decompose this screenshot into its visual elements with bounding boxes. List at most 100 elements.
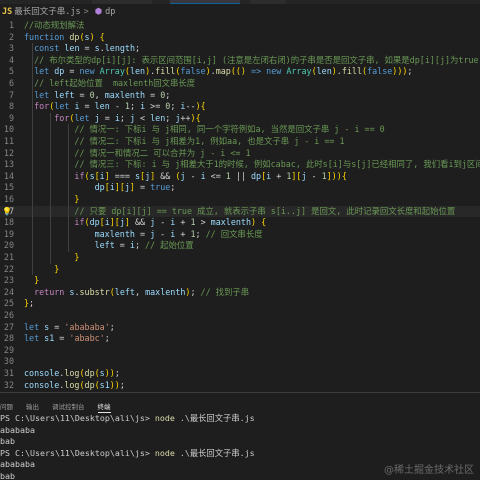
code-line[interactable]: 15 dp[i][j] = true; (0, 182, 480, 194)
line-number[interactable]: 14 (0, 171, 14, 183)
line-number[interactable]: 12 (0, 148, 14, 160)
panel-tab[interactable]: 输出 (26, 403, 39, 411)
code-line[interactable]: 12 // 情况一和情况二 可以合并为 j - i <= 1 (0, 148, 480, 160)
code-token: const (34, 43, 65, 54)
code-line[interactable]: 2 function dp(s) { (0, 32, 480, 44)
terminal-line: PS C:\Users\11\Desktop\ali\js> node .\最长… (0, 448, 480, 460)
code-token: let (34, 89, 55, 100)
line-number[interactable]: 8 (0, 101, 14, 113)
code-line[interactable]: 8 for(let i = len - 1; i >= 0; i--){ (0, 101, 480, 113)
code-token: = (114, 240, 130, 251)
code-token: left (114, 286, 135, 297)
line-number[interactable]: 22 (0, 264, 14, 276)
line-number[interactable]: 2 (0, 32, 14, 44)
breadcrumb-symbol[interactable]: dp (105, 7, 115, 17)
code-line[interactable]: 25}; (0, 298, 480, 310)
code-token: substr (79, 286, 110, 297)
line-number[interactable]: 10 (0, 124, 14, 136)
code-line[interactable]: 28 let s1 = 'ababc'; (0, 333, 480, 345)
code-line[interactable]: 5 let dp = new Array(len).fill(false).ma… (0, 66, 480, 78)
line-number[interactable]: 30 (0, 356, 14, 368)
code-token: new (266, 66, 287, 77)
line-number[interactable]: 25 (0, 298, 14, 310)
code-text: // 情况一: 下标i 与 j相同, 同一个字符例如a, 当然是回文子串 j -… (24, 124, 385, 136)
terminal-command: node (154, 447, 175, 458)
code-token: dp (54, 66, 65, 77)
line-number[interactable]: 15 (0, 182, 14, 194)
code-line[interactable]: 18 if(dp[i][j] && j - i + 1 > maxlenth) … (0, 217, 480, 229)
code-token: s1 (44, 333, 55, 344)
code-line[interactable]: 32 console.log(dp(s1)); (0, 380, 480, 392)
line-number[interactable]: 19 (0, 229, 14, 241)
code-line[interactable]: 21 } (0, 252, 480, 264)
line-number[interactable]: 3 (0, 43, 14, 55)
lightbulb-icon[interactable]: 💡 (2, 206, 12, 218)
line-number[interactable]: 27 (0, 322, 14, 334)
code-text: // 情况二: 下标i 与 j相差为1, 例如aa, 也是文子串 j - i =… (24, 136, 344, 148)
code-line[interactable]: 20 left = i; // 起始位置 (0, 240, 480, 252)
line-number[interactable]: 13 (0, 159, 14, 171)
code-line[interactable]: 13 // 情况三: 下标: i 与 j相差大于1的时候, 例如cabac, 此… (0, 159, 480, 171)
code-token: maxlenth (94, 228, 135, 239)
code-line[interactable]: 16 } (0, 194, 480, 206)
code-line[interactable]: 30 (0, 356, 480, 368)
code-line[interactable]: 11 // 情况二: 下标i 与 j相差为1, 例如aa, 也是文子串 j - … (0, 136, 480, 148)
code-token: = (64, 66, 80, 77)
code-token: maxlenth (145, 286, 186, 297)
code-line[interactable]: 23 } (0, 275, 480, 287)
line-number[interactable]: 9 (0, 113, 14, 125)
code-line[interactable]: 4 // 布尔类型的dp[i][j]: 表示区间范围[i,j] (注意是左闭右闭… (0, 55, 480, 67)
code-token: < (135, 112, 151, 123)
line-number[interactable]: 24 (0, 287, 14, 299)
code-line[interactable]: 24 return s.substr(left, maxlenth); // 找… (0, 287, 480, 299)
code-line[interactable]: 9 for(let j = i; j < len; j++){ (0, 113, 480, 125)
line-number[interactable]: 21 (0, 252, 14, 264)
code-line[interactable]: 22 } (0, 264, 480, 276)
line-number[interactable]: 5 (0, 66, 14, 78)
line-number[interactable]: 26 (0, 310, 14, 322)
terminal-output: abababa (0, 459, 35, 470)
code-line[interactable]: 3 const len = s.length; (0, 43, 480, 55)
code-token: dp (89, 217, 100, 228)
line-number[interactable]: 18 (0, 217, 14, 229)
breadcrumb-file[interactable]: 最长回文子串.js (14, 7, 80, 17)
code-line[interactable]: 7 let left = 0, maxlenth = 0; (0, 90, 480, 102)
code-line[interactable]: 1 //动态规划解法 (0, 20, 480, 32)
code-line[interactable]: 19 maxlenth = j - i + 1; // 回文串长度 (0, 229, 480, 241)
line-number[interactable]: 29 (0, 345, 14, 357)
panel-tab[interactable]: 终端 (97, 403, 111, 413)
code-line[interactable]: 31 console.log(dp(s)); (0, 368, 480, 380)
code-token: dp (84, 368, 95, 378)
code-line[interactable]: 6 // left起始位置 maxlenth回文串长度 (0, 78, 480, 90)
code-token: <= (205, 170, 226, 181)
code-token: // 找到子串 (200, 286, 250, 297)
code-line[interactable]: 17 💡 // 只要 dp[i][j] == true 成立, 就表示子串 s[i… (0, 205, 480, 218)
line-number[interactable]: 1 (0, 20, 14, 32)
line-number[interactable]: 16 (0, 194, 14, 206)
line-number[interactable]: 28 (0, 333, 14, 345)
panel-tab[interactable]: 调试控制台 (52, 403, 85, 411)
code-token: // 情况一: 下标i 与 j相同, 同一个字符例如a, 当然是回文子串 j -… (74, 124, 385, 135)
code-line[interactable]: 29 (0, 345, 480, 357)
code-token: - (109, 101, 125, 112)
code-token: // 回文串长度 (205, 228, 263, 239)
code-line[interactable]: 27 let s = 'abababa'; (0, 322, 480, 334)
code-line[interactable]: 26 (0, 310, 480, 322)
code-line[interactable]: 14 if(s[i] === s[j] && (j - i <= 1 || dp… (0, 171, 480, 183)
line-number[interactable]: 7 (0, 90, 14, 102)
code-editor[interactable]: 1//动态规划解法 2 function dp(s) {3 const len = … (0, 20, 480, 392)
code-token: , (94, 89, 105, 100)
panel-tab[interactable]: 问题 (0, 403, 13, 411)
code-token: ; (165, 89, 171, 100)
line-number[interactable]: 6 (0, 78, 14, 90)
line-number[interactable]: 23 (0, 275, 14, 287)
line-number[interactable]: 31 (0, 368, 14, 380)
terminal-output: abababa (0, 424, 35, 435)
line-number[interactable]: 20 (0, 240, 14, 252)
line-number[interactable]: 32 (0, 380, 14, 392)
line-number[interactable]: 11 (0, 136, 14, 148)
code-token: len (129, 66, 146, 77)
code-line[interactable]: 10 // 情况一: 下标i 与 j相同, 同一个字符例如a, 当然是回文子串 … (0, 124, 480, 136)
line-number[interactable]: 4 (0, 55, 14, 67)
code-token: = (134, 228, 151, 239)
